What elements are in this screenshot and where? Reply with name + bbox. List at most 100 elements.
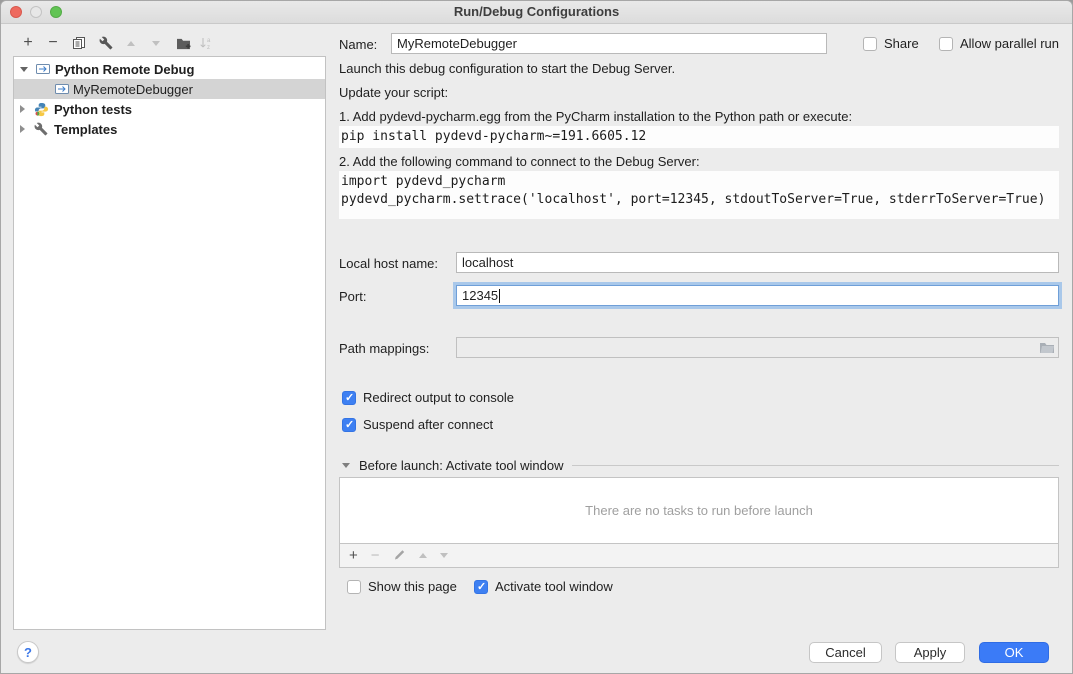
instructions-line1: Launch this debug configuration to start…	[339, 61, 675, 76]
help-question-mark: ?	[24, 645, 32, 660]
tree-item-label: Python tests	[54, 102, 132, 117]
redirect-output-label: Redirect output to console	[363, 390, 514, 405]
cancel-label: Cancel	[825, 645, 865, 660]
tree-item-label: MyRemoteDebugger	[73, 82, 193, 97]
window-title: Run/Debug Configurations	[1, 1, 1072, 23]
move-task-down-icon[interactable]	[440, 553, 448, 558]
svg-text:a: a	[207, 38, 211, 44]
edit-defaults-button[interactable]	[97, 34, 115, 52]
minimize-window-button[interactable]	[30, 6, 42, 18]
tree-item-templates[interactable]: Templates	[14, 119, 325, 139]
checkbox-box[interactable]	[474, 580, 488, 594]
remove-icon: −	[48, 35, 57, 51]
before-launch-task-list: There are no tasks to run before launch	[339, 477, 1059, 544]
move-down-button[interactable]	[147, 34, 165, 52]
add-icon: +	[23, 35, 32, 51]
copy-icon	[72, 36, 86, 50]
sort-alphabetically-icon: a z	[199, 36, 212, 50]
new-folder-button[interactable]	[174, 34, 192, 52]
close-window-button[interactable]	[10, 6, 22, 18]
port-input[interactable]: 12345	[456, 285, 1059, 306]
checkbox-box[interactable]	[939, 37, 953, 51]
section-divider	[572, 465, 1059, 466]
ok-button[interactable]: OK	[979, 642, 1049, 663]
remote-debug-icon	[54, 81, 70, 97]
before-launch-title: Before launch: Activate tool window	[359, 458, 564, 473]
tree-item-label: Templates	[54, 122, 117, 137]
svg-text:z: z	[207, 45, 210, 50]
apply-button[interactable]: Apply	[895, 642, 965, 663]
expand-collapse-icon[interactable]	[20, 105, 25, 113]
remove-task-button[interactable]: −	[371, 548, 380, 564]
instructions-step2: 2. Add the following command to connect …	[339, 154, 700, 169]
add-configuration-button[interactable]: +	[19, 34, 37, 52]
activate-tool-window-checkbox[interactable]: Activate tool window	[474, 579, 613, 594]
local-host-name-value: localhost	[462, 255, 513, 270]
new-folder-icon	[176, 37, 191, 50]
move-up-icon	[127, 41, 135, 46]
edit-task-button[interactable]	[393, 548, 406, 564]
share-checkbox[interactable]: Share	[863, 36, 919, 51]
title-bar[interactable]: Run/Debug Configurations	[1, 1, 1072, 24]
remote-debug-icon	[35, 61, 51, 77]
copy-configuration-button[interactable]	[70, 34, 88, 52]
show-this-page-label: Show this page	[368, 579, 457, 594]
local-host-name-label: Local host name:	[339, 256, 438, 271]
path-mappings-label: Path mappings:	[339, 341, 429, 356]
local-host-name-input[interactable]: localhost	[456, 252, 1059, 273]
move-down-icon	[152, 41, 160, 46]
zoom-window-button[interactable]	[50, 6, 62, 18]
redirect-output-checkbox[interactable]: Redirect output to console	[342, 390, 514, 405]
before-launch-toolbar: + −	[339, 544, 1059, 568]
name-value: MyRemoteDebugger	[397, 36, 517, 51]
before-launch-header[interactable]: Before launch: Activate tool window	[342, 458, 1059, 473]
suspend-after-connect-label: Suspend after connect	[363, 417, 493, 432]
configurations-tree: Python Remote Debug MyRemoteDebugger	[13, 56, 326, 630]
allow-parallel-run-checkbox[interactable]: Allow parallel run	[939, 36, 1059, 51]
port-value: 12345	[462, 288, 498, 303]
expand-collapse-icon[interactable]	[20, 125, 25, 133]
tree-item-python-tests[interactable]: Python tests	[14, 99, 325, 119]
pip-install-code-block: pip install pydevd-pycharm~=191.6605.12	[339, 126, 1059, 148]
folder-icon[interactable]	[1039, 341, 1055, 354]
tree-item-label: Python Remote Debug	[55, 62, 194, 77]
name-input[interactable]: MyRemoteDebugger	[391, 33, 827, 54]
port-label: Port:	[339, 289, 366, 304]
add-task-button[interactable]: +	[349, 548, 358, 564]
edit-pencil-icon	[393, 548, 406, 561]
name-label: Name:	[339, 37, 377, 52]
ok-label: OK	[1005, 645, 1024, 660]
suspend-after-connect-checkbox[interactable]: Suspend after connect	[342, 417, 493, 432]
checkbox-box[interactable]	[863, 37, 877, 51]
checkbox-box[interactable]	[347, 580, 361, 594]
text-cursor	[499, 289, 500, 303]
code-line-2: pydevd_pycharm.settrace('localhost', por…	[341, 192, 1045, 207]
remove-configuration-button[interactable]: −	[44, 34, 62, 52]
move-task-up-icon[interactable]	[419, 553, 427, 558]
cancel-button[interactable]: Cancel	[809, 642, 882, 663]
expand-collapse-icon[interactable]	[20, 67, 28, 72]
empty-task-list-text: There are no tasks to run before launch	[585, 503, 813, 518]
run-debug-configurations-dialog: Run/Debug Configurations + − a z	[0, 0, 1073, 674]
wrench-icon	[33, 121, 49, 137]
checkbox-box[interactable]	[342, 391, 356, 405]
path-mappings-input[interactable]	[456, 337, 1059, 358]
apply-label: Apply	[914, 645, 947, 660]
move-up-button[interactable]	[122, 34, 140, 52]
collapse-section-icon[interactable]	[342, 463, 350, 468]
allow-parallel-run-label: Allow parallel run	[960, 36, 1059, 51]
tree-item-python-remote-debug[interactable]: Python Remote Debug	[14, 59, 325, 79]
show-this-page-checkbox[interactable]: Show this page	[347, 579, 457, 594]
share-label: Share	[884, 36, 919, 51]
sort-configurations-button[interactable]: a z	[196, 34, 214, 52]
tree-item-myremotedebugger[interactable]: MyRemoteDebugger	[14, 79, 325, 99]
instructions-step1: 1. Add pydevd-pycharm.egg from the PyCha…	[339, 109, 852, 124]
settrace-code-block: import pydevd_pycharm pydevd_pycharm.set…	[339, 171, 1059, 219]
python-tests-icon	[33, 101, 49, 117]
help-button[interactable]: ?	[17, 641, 39, 663]
instructions-line2: Update your script:	[339, 85, 448, 100]
activate-tool-window-label: Activate tool window	[495, 579, 613, 594]
wrench-icon	[99, 36, 113, 50]
checkbox-box[interactable]	[342, 418, 356, 432]
code-line-1: import pydevd_pycharm	[341, 174, 505, 189]
